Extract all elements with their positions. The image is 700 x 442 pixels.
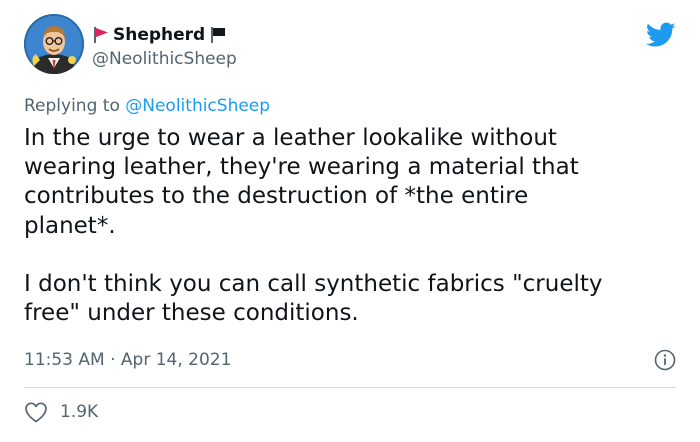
tweet-header: Shepherd @NeolithicSheep xyxy=(24,14,676,84)
reply-mention-link[interactable]: @NeolithicSheep xyxy=(125,96,270,116)
tweet-timestamp[interactable]: 11:53 AM · Apr 14, 2021 xyxy=(24,350,231,370)
heart-icon[interactable] xyxy=(24,401,48,423)
black-flag-icon xyxy=(211,27,226,43)
replying-to-label: Replying to xyxy=(24,96,120,116)
divider xyxy=(24,387,676,388)
like-count: 1.9K xyxy=(60,402,99,422)
display-name[interactable]: Shepherd xyxy=(113,25,205,45)
display-name-row[interactable]: Shepherd xyxy=(92,22,237,48)
user-handle[interactable]: @NeolithicSheep xyxy=(92,49,237,69)
tweet-card: Shepherd @NeolithicSheep Replying to @Ne… xyxy=(0,0,700,442)
tweet-text: In the urge to wear a leather lookalike … xyxy=(24,125,603,327)
red-flag-icon xyxy=(94,27,108,43)
avatar[interactable] xyxy=(24,14,84,74)
like-action[interactable]: 1.9K xyxy=(24,398,98,426)
info-icon[interactable] xyxy=(654,349,676,371)
user-names: Shepherd @NeolithicSheep xyxy=(92,22,237,69)
tweet-meta: 11:53 AM · Apr 14, 2021 xyxy=(24,347,676,373)
replying-to-line: Replying to @NeolithicSheep xyxy=(24,96,270,116)
twitter-bird-icon[interactable] xyxy=(646,22,676,48)
avatar-illustration xyxy=(24,14,84,74)
